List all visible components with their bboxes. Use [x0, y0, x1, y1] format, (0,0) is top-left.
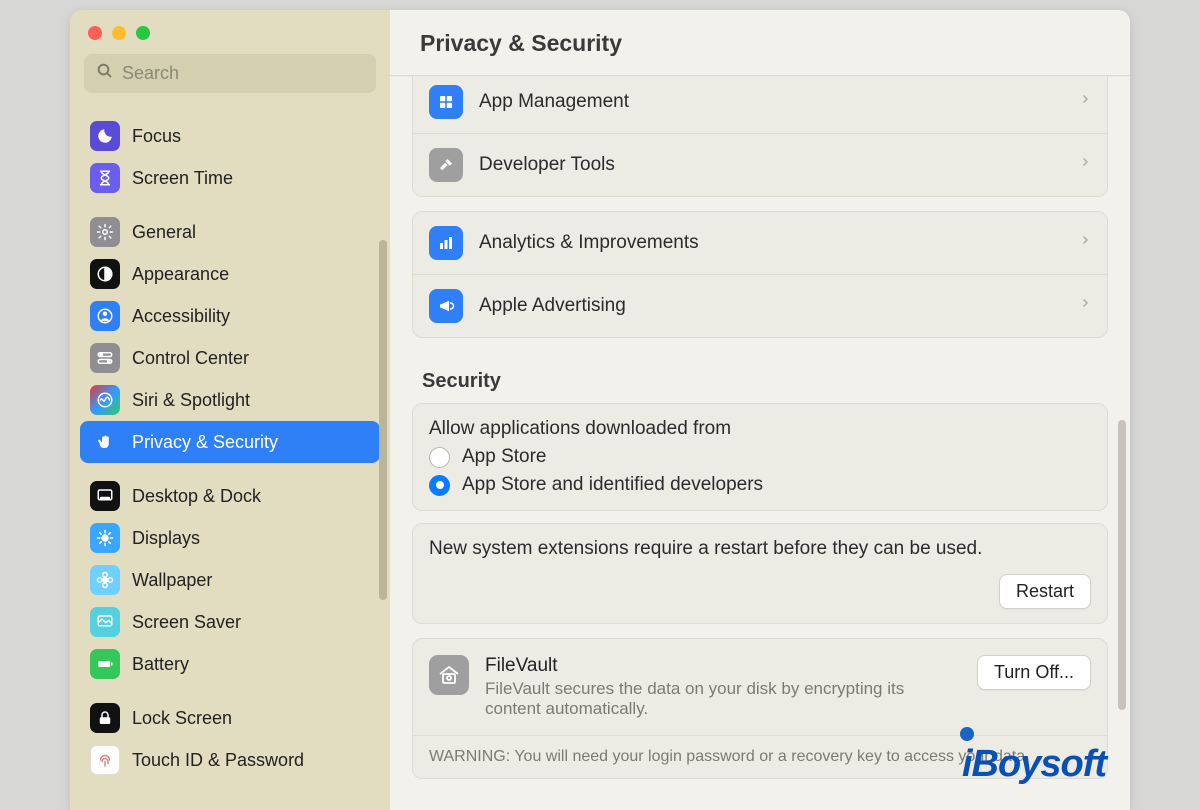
chevron-right-icon [1079, 232, 1091, 254]
sidebar-item-label: Lock Screen [132, 708, 232, 729]
panel-allow-apps: Allow applications downloaded from App S… [412, 403, 1108, 511]
sidebar-item-accessibility[interactable]: Accessibility [80, 295, 380, 337]
sidebar-item-focus[interactable]: Focus [80, 115, 380, 157]
chevron-right-icon [1079, 154, 1091, 176]
dock-icon [90, 481, 120, 511]
window-controls [70, 10, 390, 50]
sidebar-item-label: Wallpaper [132, 570, 212, 591]
sidebar-item-wallpaper[interactable]: Wallpaper [80, 559, 380, 601]
sidebar-item-label: Control Center [132, 348, 249, 369]
row-developer-tools[interactable]: Developer Tools [413, 133, 1107, 196]
sidebar-scrollbar[interactable] [379, 240, 387, 600]
radio-app-store-identified[interactable]: App Store and identified developers [429, 474, 1091, 496]
sidebar-item-label: Screen Time [132, 168, 233, 189]
contrast-icon [90, 259, 120, 289]
row-app-management[interactable]: App Management [413, 76, 1107, 133]
filevault-title: FileVault [485, 655, 961, 677]
sidebar-item-label: Siri & Spotlight [132, 390, 250, 411]
main-header: Privacy & Security [390, 10, 1130, 76]
sidebar-item-label: Privacy & Security [132, 432, 278, 453]
sidebar-item-label: Accessibility [132, 306, 230, 327]
radio-label: App Store and identified developers [462, 474, 763, 496]
lock-icon [90, 703, 120, 733]
sidebar: Focus Screen Time General Appearance Accessi… [70, 10, 390, 810]
main-panel: Privacy & Security App Management Develop… [390, 10, 1130, 810]
chevron-right-icon [1079, 295, 1091, 317]
bars-icon [429, 226, 463, 260]
allow-apps-label: Allow applications downloaded from [429, 418, 1091, 440]
search-icon [96, 62, 114, 85]
sidebar-item-label: Battery [132, 654, 189, 675]
gear-icon [90, 217, 120, 247]
row-apple-advertising[interactable]: Apple Advertising [413, 274, 1107, 337]
sidebar-item-privacy-security[interactable]: Privacy & Security [80, 421, 380, 463]
filevault-desc: FileVault secures the data on your disk … [485, 679, 925, 719]
person-icon [90, 301, 120, 331]
panel-analytics: Analytics & Improvements Apple Advertisin… [412, 211, 1108, 338]
sidebar-item-label: Displays [132, 528, 200, 549]
restart-button[interactable]: Restart [999, 574, 1091, 609]
sidebar-item-desktop-dock[interactable]: Desktop & Dock [80, 475, 380, 517]
search-field[interactable] [84, 54, 376, 93]
sidebar-item-label: Appearance [132, 264, 229, 285]
watermark: iBoysoft [962, 743, 1106, 786]
sidebar-item-lock-screen[interactable]: Lock Screen [80, 697, 380, 739]
sidebar-item-displays[interactable]: Displays [80, 517, 380, 559]
apps-icon [429, 85, 463, 119]
security-heading: Security [422, 370, 1104, 393]
filevault-icon [429, 655, 469, 695]
battery-icon [90, 649, 120, 679]
sidebar-item-control-center[interactable]: Control Center [80, 337, 380, 379]
sidebar-item-label: Touch ID & Password [132, 750, 304, 771]
hand-icon [90, 427, 120, 457]
row-label: App Management [479, 91, 629, 113]
megaphone-icon [429, 289, 463, 323]
chevron-right-icon [1079, 91, 1091, 113]
sidebar-item-appearance[interactable]: Appearance [80, 253, 380, 295]
hourglass-icon [90, 163, 120, 193]
search-input[interactable] [122, 63, 364, 84]
radio-label: App Store [462, 446, 547, 468]
row-label: Apple Advertising [479, 295, 626, 317]
filevault-turnoff-button[interactable]: Turn Off... [977, 655, 1091, 690]
extensions-message: New system extensions require a restart … [429, 538, 982, 560]
row-analytics-improvements[interactable]: Analytics & Improvements [413, 212, 1107, 274]
sidebar-item-siri-spotlight[interactable]: Siri & Spotlight [80, 379, 380, 421]
radio-app-store[interactable]: App Store [429, 446, 1091, 468]
radio-icon [429, 475, 450, 496]
hammer-icon [429, 148, 463, 182]
sidebar-item-screen-time[interactable]: Screen Time [80, 157, 380, 199]
sidebar-item-label: Screen Saver [132, 612, 241, 633]
close-button[interactable] [88, 26, 102, 40]
page-title: Privacy & Security [420, 30, 1100, 57]
main-scrollbar[interactable] [1118, 420, 1126, 710]
sidebar-item-general[interactable]: General [80, 211, 380, 253]
switches-icon [90, 343, 120, 373]
sidebar-item-touch-id-password[interactable]: Touch ID & Password [80, 739, 380, 781]
settings-window: Focus Screen Time General Appearance Accessi… [70, 10, 1130, 810]
row-label: Developer Tools [479, 154, 615, 176]
sidebar-item-battery[interactable]: Battery [80, 643, 380, 685]
sidebar-item-screen-saver[interactable]: Screen Saver [80, 601, 380, 643]
panel-app-dev: App Management Developer Tools [412, 76, 1108, 197]
sidebar-item-label: General [132, 222, 196, 243]
sun-icon [90, 523, 120, 553]
maximize-button[interactable] [136, 26, 150, 40]
content: App Management Developer Tools Analytics … [390, 76, 1130, 799]
radio-icon [429, 447, 450, 468]
flower-icon [90, 565, 120, 595]
siri-icon [90, 385, 120, 415]
moon-icon [90, 121, 120, 151]
sidebar-nav: Focus Screen Time General Appearance Accessi… [70, 103, 390, 801]
sidebar-item-label: Desktop & Dock [132, 486, 261, 507]
fingerprint-icon [90, 745, 120, 775]
row-label: Analytics & Improvements [479, 232, 699, 254]
panel-extensions: New system extensions require a restart … [412, 523, 1108, 624]
sidebar-item-label: Focus [132, 126, 181, 147]
minimize-button[interactable] [112, 26, 126, 40]
screensaver-icon [90, 607, 120, 637]
